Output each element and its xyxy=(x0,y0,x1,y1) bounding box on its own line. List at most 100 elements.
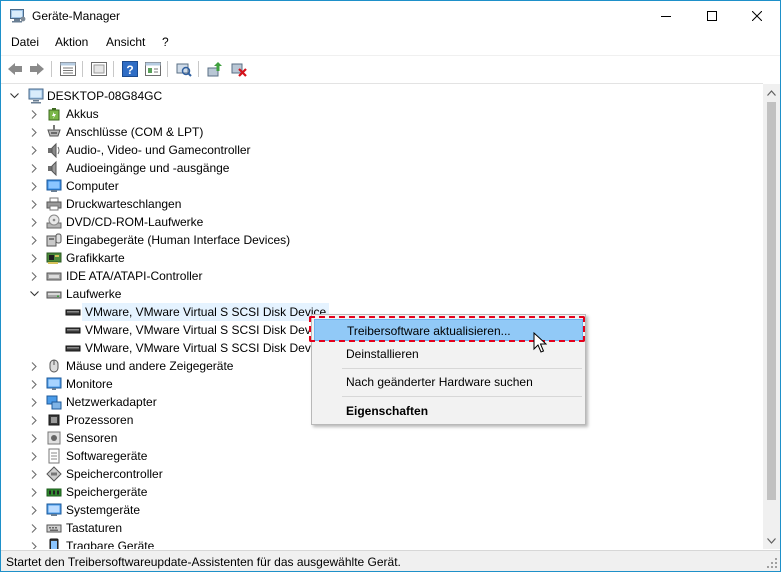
expand-toggle-expanded[interactable] xyxy=(8,87,20,105)
tree-category[interactable]: Akkus xyxy=(1,105,763,123)
tree-category[interactable]: Tragbare Geräte xyxy=(1,537,763,549)
update-driver-button[interactable] xyxy=(205,59,225,79)
tree-category[interactable]: Sensoren xyxy=(1,429,763,447)
help-button[interactable]: ? xyxy=(120,59,140,79)
expand-toggle-collapsed[interactable] xyxy=(28,357,40,375)
expand-toggle-collapsed[interactable] xyxy=(28,411,40,429)
tree-item-label: Audio-, Video- und Gamecontroller xyxy=(66,143,251,157)
tree-item-label: Sensoren xyxy=(66,431,118,445)
menu-help[interactable]: ? xyxy=(162,35,169,49)
expand-toggle-collapsed[interactable] xyxy=(28,213,40,231)
tree-category[interactable]: Speichercontroller xyxy=(1,465,763,483)
disk-device-icon xyxy=(65,340,81,356)
tree-item-label: Grafikkarte xyxy=(66,251,125,265)
expand-toggle-collapsed[interactable] xyxy=(28,447,40,465)
expand-toggle-collapsed[interactable] xyxy=(28,105,40,123)
menu-datei[interactable]: Datei xyxy=(11,35,39,49)
sensor-icon xyxy=(46,430,62,446)
tree-category[interactable]: Audio-, Video- und Gamecontroller xyxy=(1,141,763,159)
toggle-pane-icon xyxy=(145,62,161,76)
system-device-icon xyxy=(46,502,62,518)
speaker-icon xyxy=(46,142,62,159)
minimize-button[interactable] xyxy=(643,1,689,31)
tree-category[interactable]: Speichergeräte xyxy=(1,483,763,501)
memory-icon xyxy=(46,484,62,500)
tree-category[interactable]: Systemgeräte xyxy=(1,501,763,519)
toolbar-separator xyxy=(82,61,83,77)
expand-toggle-collapsed[interactable] xyxy=(28,393,40,411)
expand-toggle-collapsed[interactable] xyxy=(28,267,40,285)
close-icon xyxy=(752,11,762,21)
expand-toggle-collapsed[interactable] xyxy=(28,177,40,195)
uninstall-device-button[interactable] xyxy=(229,59,249,79)
forward-button[interactable] xyxy=(27,59,47,79)
tree-item-label: DVD/CD-ROM-Laufwerke xyxy=(66,215,204,229)
tree-item-label: Speichergeräte xyxy=(66,485,148,499)
monitor-icon xyxy=(46,376,62,392)
scroll-down-button[interactable] xyxy=(763,532,780,549)
show-hidden-button[interactable] xyxy=(89,59,109,79)
context-separator xyxy=(342,368,582,369)
tree-category[interactable]: Softwaregeräte xyxy=(1,447,763,465)
title-bar[interactable]: Geräte-Manager xyxy=(1,1,780,31)
tree-root[interactable]: DESKTOP-08G84GC xyxy=(1,87,763,105)
expand-toggle-collapsed[interactable] xyxy=(28,141,40,159)
chevron-right-icon xyxy=(31,109,37,119)
resize-grip-icon[interactable] xyxy=(766,557,778,569)
expand-toggle-collapsed[interactable] xyxy=(28,483,40,501)
chevron-right-icon xyxy=(31,181,37,191)
context-item-properties[interactable]: Eigenschaften xyxy=(314,400,583,422)
scan-hardware-icon xyxy=(176,63,192,77)
chevron-down-icon xyxy=(767,537,776,544)
menu-aktion[interactable]: Aktion xyxy=(55,35,88,49)
toolbar-separator xyxy=(113,61,114,77)
back-button[interactable] xyxy=(5,59,25,79)
properties-view-button[interactable] xyxy=(58,59,78,79)
tree-item-label: Speichercontroller xyxy=(66,467,163,481)
maximize-button[interactable] xyxy=(689,1,735,31)
tree-item-label: VMware, VMware Virtual S SCSI Disk Devic… xyxy=(82,303,330,321)
close-button[interactable] xyxy=(734,1,780,31)
tree-item-label: VMware, VMware Virtual S SCSI Disk Devic… xyxy=(85,341,327,355)
scan-hardware-button[interactable] xyxy=(174,59,194,79)
scroll-thumb[interactable] xyxy=(767,102,776,500)
expand-toggle-collapsed[interactable] xyxy=(28,195,40,213)
menu-ansicht[interactable]: Ansicht xyxy=(106,35,145,49)
chevron-right-icon xyxy=(31,253,37,263)
vertical-scrollbar[interactable] xyxy=(763,84,780,549)
tree-category[interactable]: Tastaturen xyxy=(1,519,763,537)
expand-toggle-collapsed[interactable] xyxy=(28,465,40,483)
chevron-right-icon xyxy=(31,145,37,155)
tree-category[interactable]: IDE ATA/ATAPI-Controller xyxy=(1,267,763,285)
tree-category[interactable]: Anschlüsse (COM & LPT) xyxy=(1,123,763,141)
maximize-icon xyxy=(707,11,717,21)
tree-category[interactable]: Druckwarteschlangen xyxy=(1,195,763,213)
tree-category[interactable]: Computer xyxy=(1,177,763,195)
tree-category[interactable]: Grafikkarte xyxy=(1,249,763,267)
expand-toggle-collapsed[interactable] xyxy=(28,123,40,141)
expand-toggle-collapsed[interactable] xyxy=(28,537,40,549)
scroll-up-button[interactable] xyxy=(763,84,780,101)
tree-category[interactable]: DVD/CD-ROM-Laufwerke xyxy=(1,213,763,231)
expand-toggle-collapsed[interactable] xyxy=(28,519,40,537)
expand-toggle-expanded[interactable] xyxy=(28,285,40,303)
tree-item-label: Prozessoren xyxy=(66,413,134,427)
hid-icon xyxy=(46,232,62,248)
expand-toggle-collapsed[interactable] xyxy=(28,159,40,177)
chevron-up-icon xyxy=(767,89,776,96)
expand-toggle-collapsed[interactable] xyxy=(28,249,40,267)
toggle-pane-button[interactable] xyxy=(143,59,163,79)
tree-category[interactable]: Laufwerke xyxy=(1,285,763,303)
expand-toggle-collapsed[interactable] xyxy=(28,501,40,519)
context-item-scan-hardware[interactable]: Nach geänderter Hardware suchen xyxy=(314,371,583,393)
tree-category[interactable]: Eingabegeräte (Human Interface Devices) xyxy=(1,231,763,249)
tree-category[interactable]: Audioeingänge und -ausgänge xyxy=(1,159,763,177)
expand-toggle-collapsed[interactable] xyxy=(28,429,40,447)
tree-item-label: Systemgeräte xyxy=(66,503,141,517)
tree-item-label: Netzwerkadapter xyxy=(66,395,157,409)
expand-toggle-collapsed[interactable] xyxy=(28,231,40,249)
expand-toggle-collapsed[interactable] xyxy=(28,375,40,393)
ide-controller-icon xyxy=(46,268,62,284)
show-hidden-icon xyxy=(91,62,107,76)
status-text: Startet den Treibersoftwareupdate-Assist… xyxy=(6,555,401,569)
